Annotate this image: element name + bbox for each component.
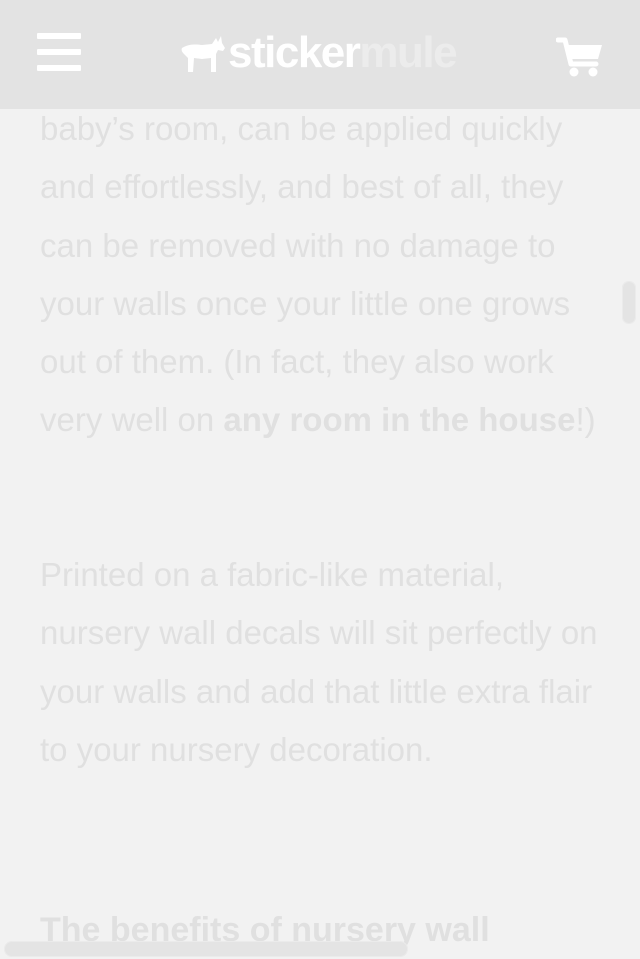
stickermule-logo[interactable]: sticker mule [180, 28, 458, 78]
article-paragraph-1: baby’s room, can be applied quickly and … [40, 100, 600, 450]
logo-text-mule: mule [359, 28, 457, 77]
logo-text-sticker: sticker [228, 28, 361, 77]
paragraph-text-end: !) [575, 401, 596, 439]
paragraph-text: baby’s room, can be applied quickly and … [40, 110, 571, 439]
page: sticker mule baby’s room, can be applied … [0, 0, 640, 959]
mule-logo-icon [181, 36, 225, 72]
shopping-cart-icon[interactable] [556, 36, 604, 78]
article-paragraph-2: Printed on a fabric-like material, nurse… [40, 556, 598, 768]
horizontal-scrollbar[interactable] [4, 941, 408, 957]
vertical-scrollbar[interactable] [622, 281, 636, 324]
top-navigation-bar: sticker mule [0, 0, 640, 109]
hamburger-menu-icon[interactable] [37, 33, 81, 73]
any-room-link[interactable]: any room in the house [223, 401, 575, 438]
